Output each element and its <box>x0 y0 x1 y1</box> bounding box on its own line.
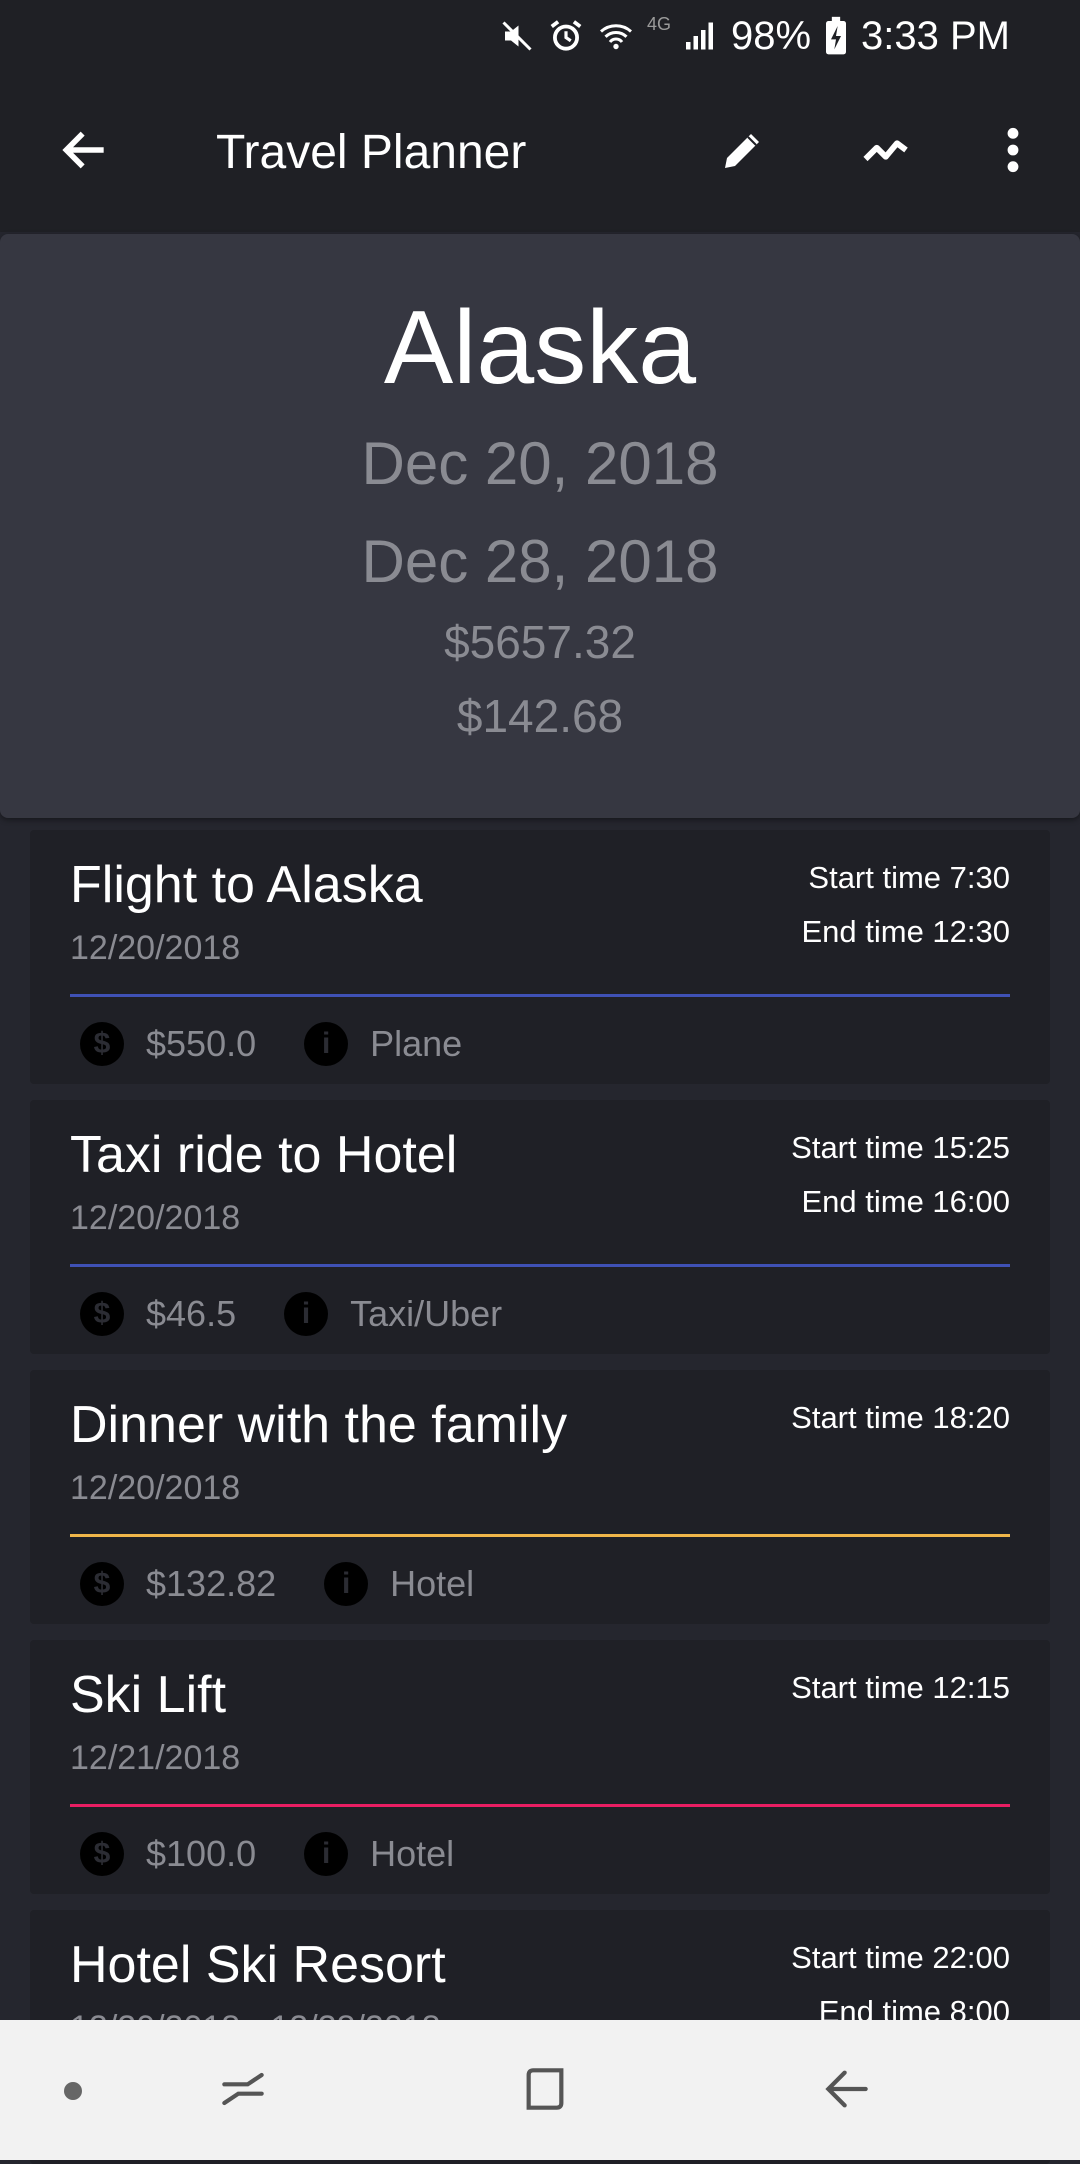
info-icon: i <box>304 1832 349 1876</box>
trend-button[interactable] <box>853 117 923 187</box>
event-cost: $132.82 <box>146 1563 277 1604</box>
event-meta: $ $132.82 i Hotel <box>80 1554 474 1614</box>
network-type: 4G <box>646 14 671 34</box>
back-button[interactable] <box>50 117 120 187</box>
event-card[interactable]: Dinner with the family 12/20/2018 Start … <box>30 1370 1050 1624</box>
back-arrow-icon <box>57 122 113 183</box>
dollar-icon: $ <box>80 1022 124 1066</box>
info-icon: i <box>284 1292 329 1336</box>
trip-name: Alaska <box>383 290 697 406</box>
trip-end-date: Dec 28, 2018 <box>361 528 719 595</box>
event-card[interactable]: Ski Lift 12/21/2018 Start time 12:15 $ $… <box>30 1640 1050 1894</box>
recents-button[interactable] <box>208 2056 278 2126</box>
mute-icon <box>499 18 535 54</box>
system-nav-bar <box>0 2020 1080 2160</box>
dollar-icon: $ <box>80 1562 124 1606</box>
event-date: 12/21/2018 <box>70 1739 241 1777</box>
event-meta: $ $46.5 i Taxi/Uber <box>80 1284 502 1344</box>
event-title: Hotel Ski Resort <box>70 1936 446 1994</box>
status-bar: 4G 98% 3:33 PM <box>0 0 1080 72</box>
trend-chart-icon <box>861 130 915 175</box>
recents-icon <box>215 2061 271 2122</box>
event-category: Taxi/Uber <box>350 1293 503 1334</box>
event-card[interactable]: Flight to Alaska 12/20/2018 Start time 7… <box>30 830 1050 1084</box>
trip-header-card: Alaska Dec 20, 2018 Dec 28, 2018 $5657.3… <box>0 234 1080 818</box>
event-meta: $ $550.0 i Plane <box>80 1014 462 1074</box>
edit-button[interactable] <box>708 117 778 187</box>
more-vert-icon <box>1005 125 1021 180</box>
back-icon <box>819 2061 875 2122</box>
signal-icon <box>683 18 719 54</box>
app-bar: Travel Planner <box>0 72 1080 232</box>
trip-remaining-budget: $142.68 <box>456 690 624 742</box>
status-icons: 4G 98% 3:33 PM <box>499 0 1010 72</box>
event-title: Dinner with the family <box>70 1396 568 1454</box>
event-category: Plane <box>370 1023 463 1064</box>
event-end-time: End time 16:00 <box>801 1184 1010 1219</box>
app-title: Travel Planner <box>216 126 527 179</box>
event-start-time: Start time 12:15 <box>791 1670 1010 1705</box>
event-cost: $550.0 <box>146 1023 257 1064</box>
event-date: 12/20/2018 <box>70 1199 241 1237</box>
dollar-icon: $ <box>80 1292 124 1336</box>
trip-start-date: Dec 20, 2018 <box>361 430 719 497</box>
event-title: Flight to Alaska <box>70 856 423 914</box>
more-options-button[interactable] <box>978 117 1048 187</box>
event-start-time: Start time 15:25 <box>791 1130 1010 1165</box>
event-cost: $100.0 <box>146 1833 257 1874</box>
info-icon: i <box>324 1562 369 1606</box>
dollar-icon: $ <box>80 1832 124 1876</box>
event-meta: $ $100.0 i Hotel <box>80 1824 454 1884</box>
event-card[interactable]: Taxi ride to Hotel 12/20/2018 Start time… <box>30 1100 1050 1354</box>
wifi-icon <box>597 18 635 54</box>
event-title: Ski Lift <box>70 1666 227 1724</box>
event-start-time: Start time 22:00 <box>791 1940 1010 1975</box>
clock: 3:33 PM <box>861 13 1010 58</box>
event-date: 12/20/2018 <box>70 929 241 967</box>
event-divider <box>70 994 1010 997</box>
nav-dot-icon <box>64 2082 82 2100</box>
alarm-icon <box>547 17 585 55</box>
event-divider <box>70 1534 1010 1537</box>
event-cost: $46.5 <box>146 1293 237 1334</box>
event-start-time: Start time 18:20 <box>791 1400 1010 1435</box>
home-button[interactable] <box>510 2056 580 2126</box>
info-icon: i <box>304 1022 349 1066</box>
event-date: 12/20/2018 <box>70 1469 241 1507</box>
event-end-time: End time 12:30 <box>801 914 1010 949</box>
battery-percent: 98% <box>730 13 812 58</box>
nav-back-button[interactable] <box>812 2056 882 2126</box>
edit-pencil-icon <box>719 126 767 179</box>
event-divider <box>70 1804 1010 1807</box>
event-title: Taxi ride to Hotel <box>70 1126 458 1184</box>
home-icon <box>517 2061 573 2122</box>
battery-charging-icon <box>823 16 849 56</box>
event-category: Hotel <box>390 1563 475 1604</box>
event-start-time: Start time 7:30 <box>808 860 1010 895</box>
event-category: Hotel <box>370 1833 455 1874</box>
trip-total-budget: $5657.32 <box>444 616 636 668</box>
event-divider <box>70 1264 1010 1267</box>
